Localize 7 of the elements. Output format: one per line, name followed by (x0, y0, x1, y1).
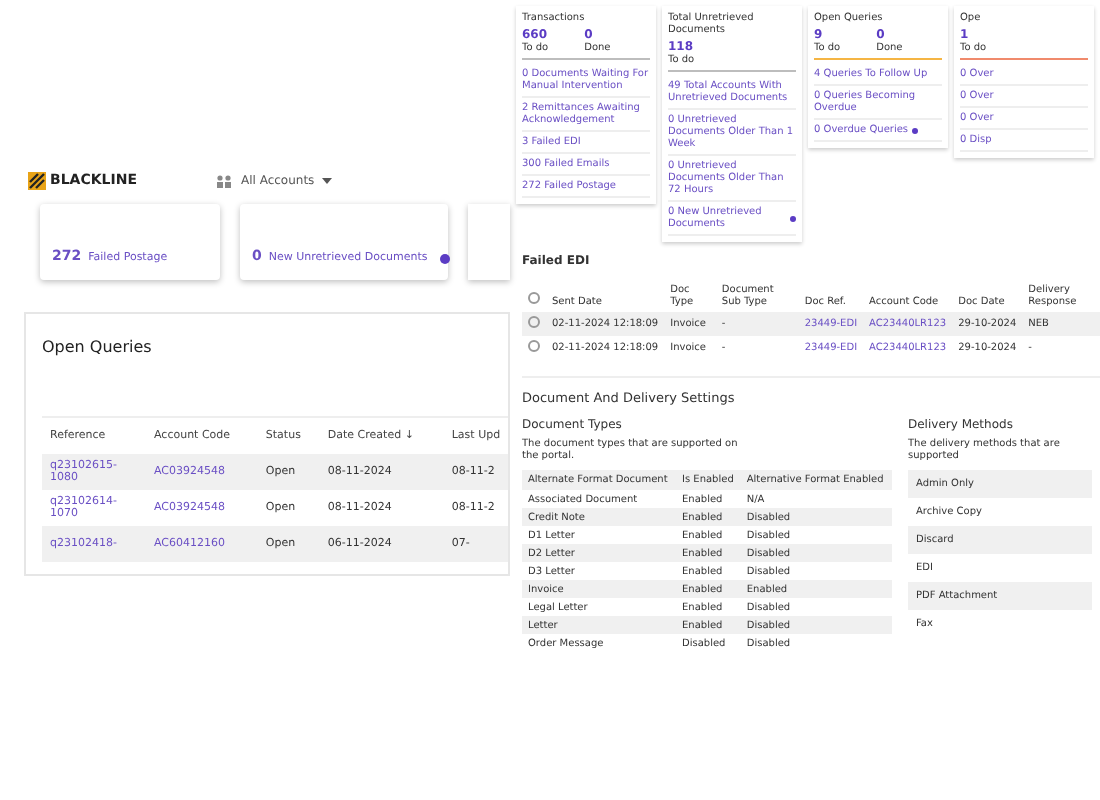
checkbox[interactable] (528, 292, 540, 305)
checkbox[interactable] (528, 340, 540, 353)
people-icon (216, 173, 233, 187)
checkbox[interactable] (528, 316, 540, 329)
logo-icon (28, 171, 46, 189)
card-title: Open Queries (42, 338, 154, 356)
caret-icon (322, 177, 333, 183)
